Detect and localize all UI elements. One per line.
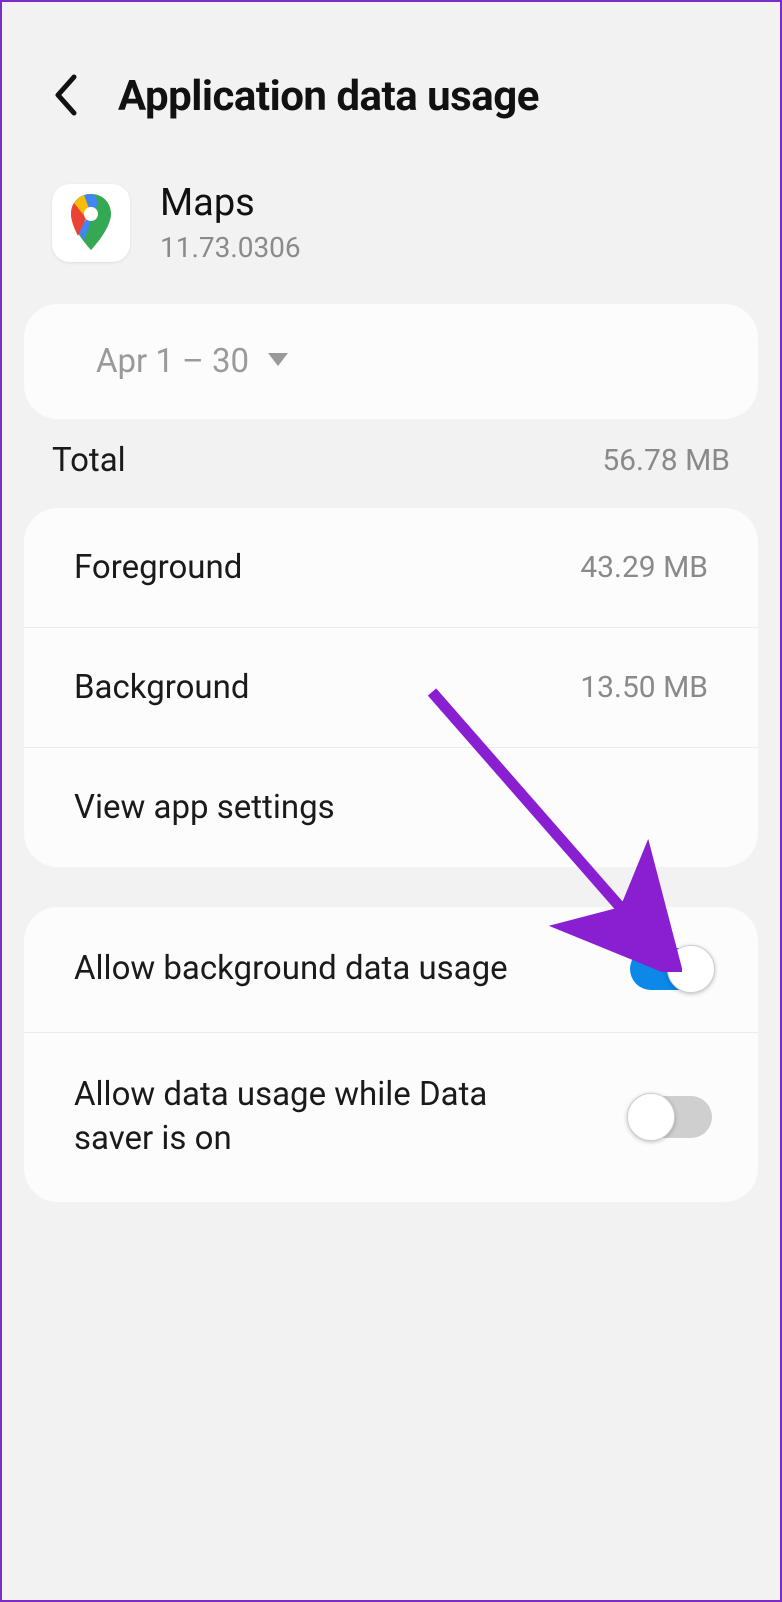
background-label: Background xyxy=(74,668,249,707)
back-icon[interactable] xyxy=(52,74,78,120)
header: Application data usage xyxy=(2,2,780,161)
background-row: Background 13.50 MB xyxy=(24,628,758,748)
total-row: Total 56.78 MB xyxy=(2,419,780,508)
app-text: Maps 11.73.0306 xyxy=(160,181,301,264)
background-value: 13.50 MB xyxy=(580,670,708,705)
allow-background-data-row[interactable]: Allow background data usage xyxy=(24,907,758,1033)
toggle-card: Allow background data usage Allow data u… xyxy=(24,907,758,1202)
app-version: 11.73.0306 xyxy=(160,231,301,264)
allow-data-saver-label: Allow data usage while Data saver is on xyxy=(74,1073,574,1162)
allow-background-data-toggle[interactable] xyxy=(630,948,712,990)
toggle-knob xyxy=(667,945,715,993)
date-range-selector[interactable]: Apr 1 – 30 xyxy=(24,304,758,419)
app-info-row: Maps 11.73.0306 xyxy=(2,161,780,304)
view-app-settings-label: View app settings xyxy=(74,788,335,827)
total-label: Total xyxy=(52,441,126,480)
foreground-label: Foreground xyxy=(74,548,242,587)
date-card: Apr 1 – 30 xyxy=(24,304,758,419)
foreground-value: 43.29 MB xyxy=(580,550,708,585)
total-value: 56.78 MB xyxy=(602,443,730,478)
usage-card: Foreground 43.29 MB Background 13.50 MB … xyxy=(24,508,758,867)
app-icon xyxy=(52,184,130,262)
allow-data-saver-row[interactable]: Allow data usage while Data saver is on xyxy=(24,1033,758,1202)
date-range-label: Apr 1 – 30 xyxy=(96,342,249,381)
dropdown-icon xyxy=(267,352,289,372)
foreground-row: Foreground 43.29 MB xyxy=(24,508,758,628)
view-app-settings-row[interactable]: View app settings xyxy=(24,748,758,867)
allow-background-data-label: Allow background data usage xyxy=(74,947,508,992)
page-title: Application data usage xyxy=(118,72,539,121)
toggle-knob xyxy=(627,1093,675,1141)
allow-data-saver-toggle[interactable] xyxy=(630,1096,712,1138)
app-name: Maps xyxy=(160,181,301,225)
